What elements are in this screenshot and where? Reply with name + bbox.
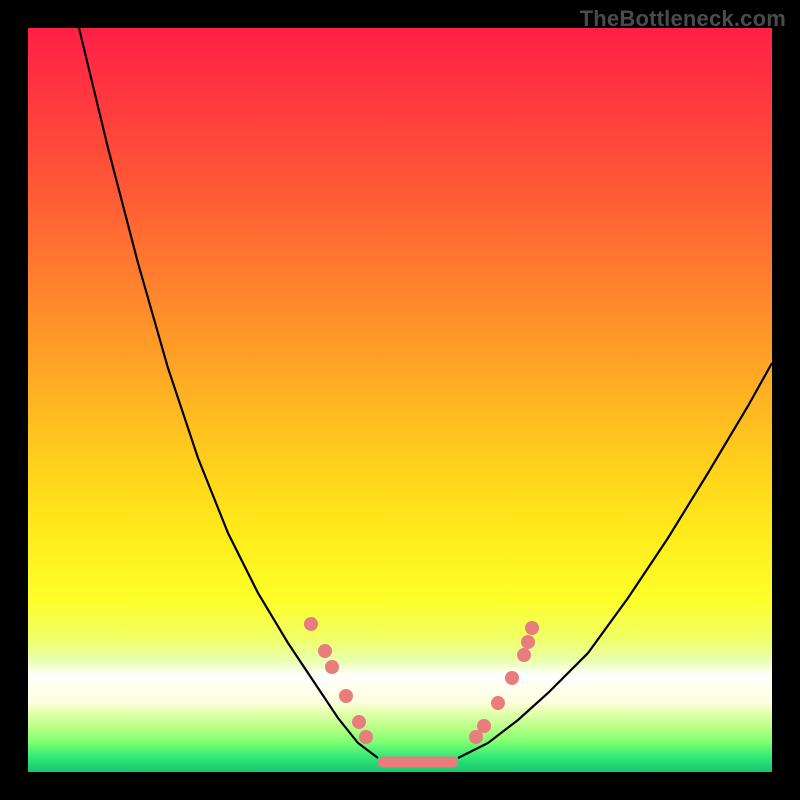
data-markers <box>304 617 539 744</box>
data-point-marker <box>318 644 332 658</box>
bottleneck-curve-right <box>458 363 772 758</box>
data-point-marker <box>325 660 339 674</box>
data-point-marker <box>304 617 318 631</box>
data-point-marker <box>525 621 539 635</box>
plot-area <box>28 28 772 772</box>
data-point-marker <box>491 696 505 710</box>
data-point-marker <box>517 648 531 662</box>
data-point-marker <box>477 719 491 733</box>
chart-frame: TheBottleneck.com <box>0 0 800 800</box>
data-point-marker <box>339 689 353 703</box>
data-point-marker <box>505 671 519 685</box>
data-point-marker <box>352 715 366 729</box>
bottleneck-curve-left <box>79 28 378 758</box>
data-point-marker <box>521 635 535 649</box>
curve-layer <box>28 28 772 772</box>
optimal-zone-band <box>378 757 458 768</box>
data-point-marker <box>359 730 373 744</box>
watermark-text: TheBottleneck.com <box>580 6 786 32</box>
